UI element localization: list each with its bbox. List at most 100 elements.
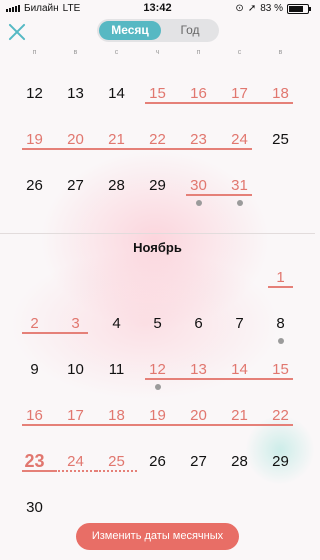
predicted-underline [96,470,137,472]
day-cell[interactable]: 1 [260,254,301,300]
day-cell[interactable]: 4 [96,300,137,346]
day-number: 14 [231,360,248,378]
day-number: 15 [272,360,289,378]
day-cell[interactable]: 2 [14,300,55,346]
day-cell[interactable]: 28 [219,438,260,484]
day-cell[interactable]: 14 [219,346,260,392]
period-underline [178,148,219,150]
day-cell[interactable]: 9 [14,346,55,392]
day-cell[interactable]: 27 [55,162,96,208]
day-cell[interactable]: 3 [55,300,96,346]
day-number: 5 [153,314,162,332]
battery-fill [289,5,304,12]
day-number: 4 [112,314,121,332]
period-underline [219,378,260,380]
day-number: 12 [149,360,166,378]
location-icon: ➚ [247,3,257,14]
day-number: 7 [235,314,244,332]
day-cell[interactable]: 13 [178,346,219,392]
day-cell[interactable]: 24 [55,438,96,484]
period-underline [96,424,137,426]
day-number: 10 [67,360,84,378]
day-cell[interactable]: 6 [178,300,219,346]
period-underline [260,424,293,426]
day-cell[interactable]: 16 [178,70,219,116]
period-underline [145,378,178,380]
day-cell[interactable]: 30 [178,162,219,208]
day-number: 19 [149,406,166,424]
weekday-label: с [237,49,242,56]
day-cell[interactable]: 31 [219,162,260,208]
period-underline [178,102,219,104]
day-number: 16 [190,84,207,102]
day-cell[interactable]: 23 [178,116,219,162]
period-underline [219,194,252,196]
close-icon[interactable] [6,21,28,43]
day-cell[interactable]: 22 [260,392,301,438]
empty-cell [96,254,137,300]
status-bar: Билайн LTE 13:42 ⊙ ➚ 83 % [0,0,315,16]
day-cell[interactable]: 26 [14,162,55,208]
day-cell[interactable]: 26 [137,438,178,484]
empty-cell [219,254,260,300]
day-number: 27 [190,452,207,470]
day-cell[interactable]: 15 [137,70,178,116]
day-number: 11 [108,360,125,378]
tab-month[interactable]: Месяц [99,21,161,40]
day-cell[interactable]: 28 [96,162,137,208]
day-cell[interactable]: 19 [137,392,178,438]
day-number: 2 [30,314,39,332]
day-number: 27 [67,176,84,194]
day-cell[interactable]: 25 [96,438,137,484]
day-cell[interactable]: 12 [14,70,55,116]
day-number: 26 [26,176,43,194]
day-cell[interactable]: 20 [55,116,96,162]
weekday-label: в [278,49,283,56]
day-cell[interactable]: 11 [96,346,137,392]
empty-cell [260,484,301,530]
edit-period-button[interactable]: Изменить даты месячных [76,523,239,550]
day-cell[interactable]: 10 [55,346,96,392]
day-cell[interactable]: 29 [137,162,178,208]
day-cell[interactable]: 22 [137,116,178,162]
day-number: 29 [272,452,289,470]
day-cell[interactable]: 18 [96,392,137,438]
day-cell[interactable]: 21 [96,116,137,162]
weekday-label: в [73,49,78,56]
day-cell[interactable]: 12 [137,346,178,392]
day-cell[interactable]: 15 [260,346,301,392]
day-cell[interactable]: 13 [55,70,96,116]
day-cell[interactable]: 14 [96,70,137,116]
period-underline [178,378,219,380]
day-number: 17 [67,406,84,424]
month-title: Ноябрь [133,240,182,255]
day-cell[interactable]: 23 [14,438,55,484]
period-underline [219,148,252,150]
day-cell[interactable]: 30 [14,484,55,530]
tab-year[interactable]: Год [163,21,217,40]
day-cell[interactable]: 27 [178,438,219,484]
day-cell[interactable]: 5 [137,300,178,346]
note-dot [195,200,202,206]
day-number: 1 [276,268,285,286]
period-underline [55,424,96,426]
day-cell[interactable]: 25 [260,116,301,162]
period-underline [145,102,178,104]
day-cell[interactable]: 16 [14,392,55,438]
day-cell[interactable]: 7 [219,300,260,346]
day-cell[interactable]: 21 [219,392,260,438]
day-cell[interactable]: 8 [260,300,301,346]
day-cell[interactable]: 17 [219,70,260,116]
day-cell[interactable]: 29 [260,438,301,484]
day-cell[interactable]: 19 [14,116,55,162]
period-underline [55,332,88,334]
month-divider [0,233,315,234]
day-number: 13 [67,84,84,102]
day-cell[interactable]: 20 [178,392,219,438]
day-cell[interactable]: 18 [260,70,301,116]
period-underline [96,148,137,150]
day-cell[interactable]: 17 [55,392,96,438]
period-underline [268,286,293,288]
day-cell[interactable]: 24 [219,116,260,162]
day-number: 23 [24,450,45,471]
